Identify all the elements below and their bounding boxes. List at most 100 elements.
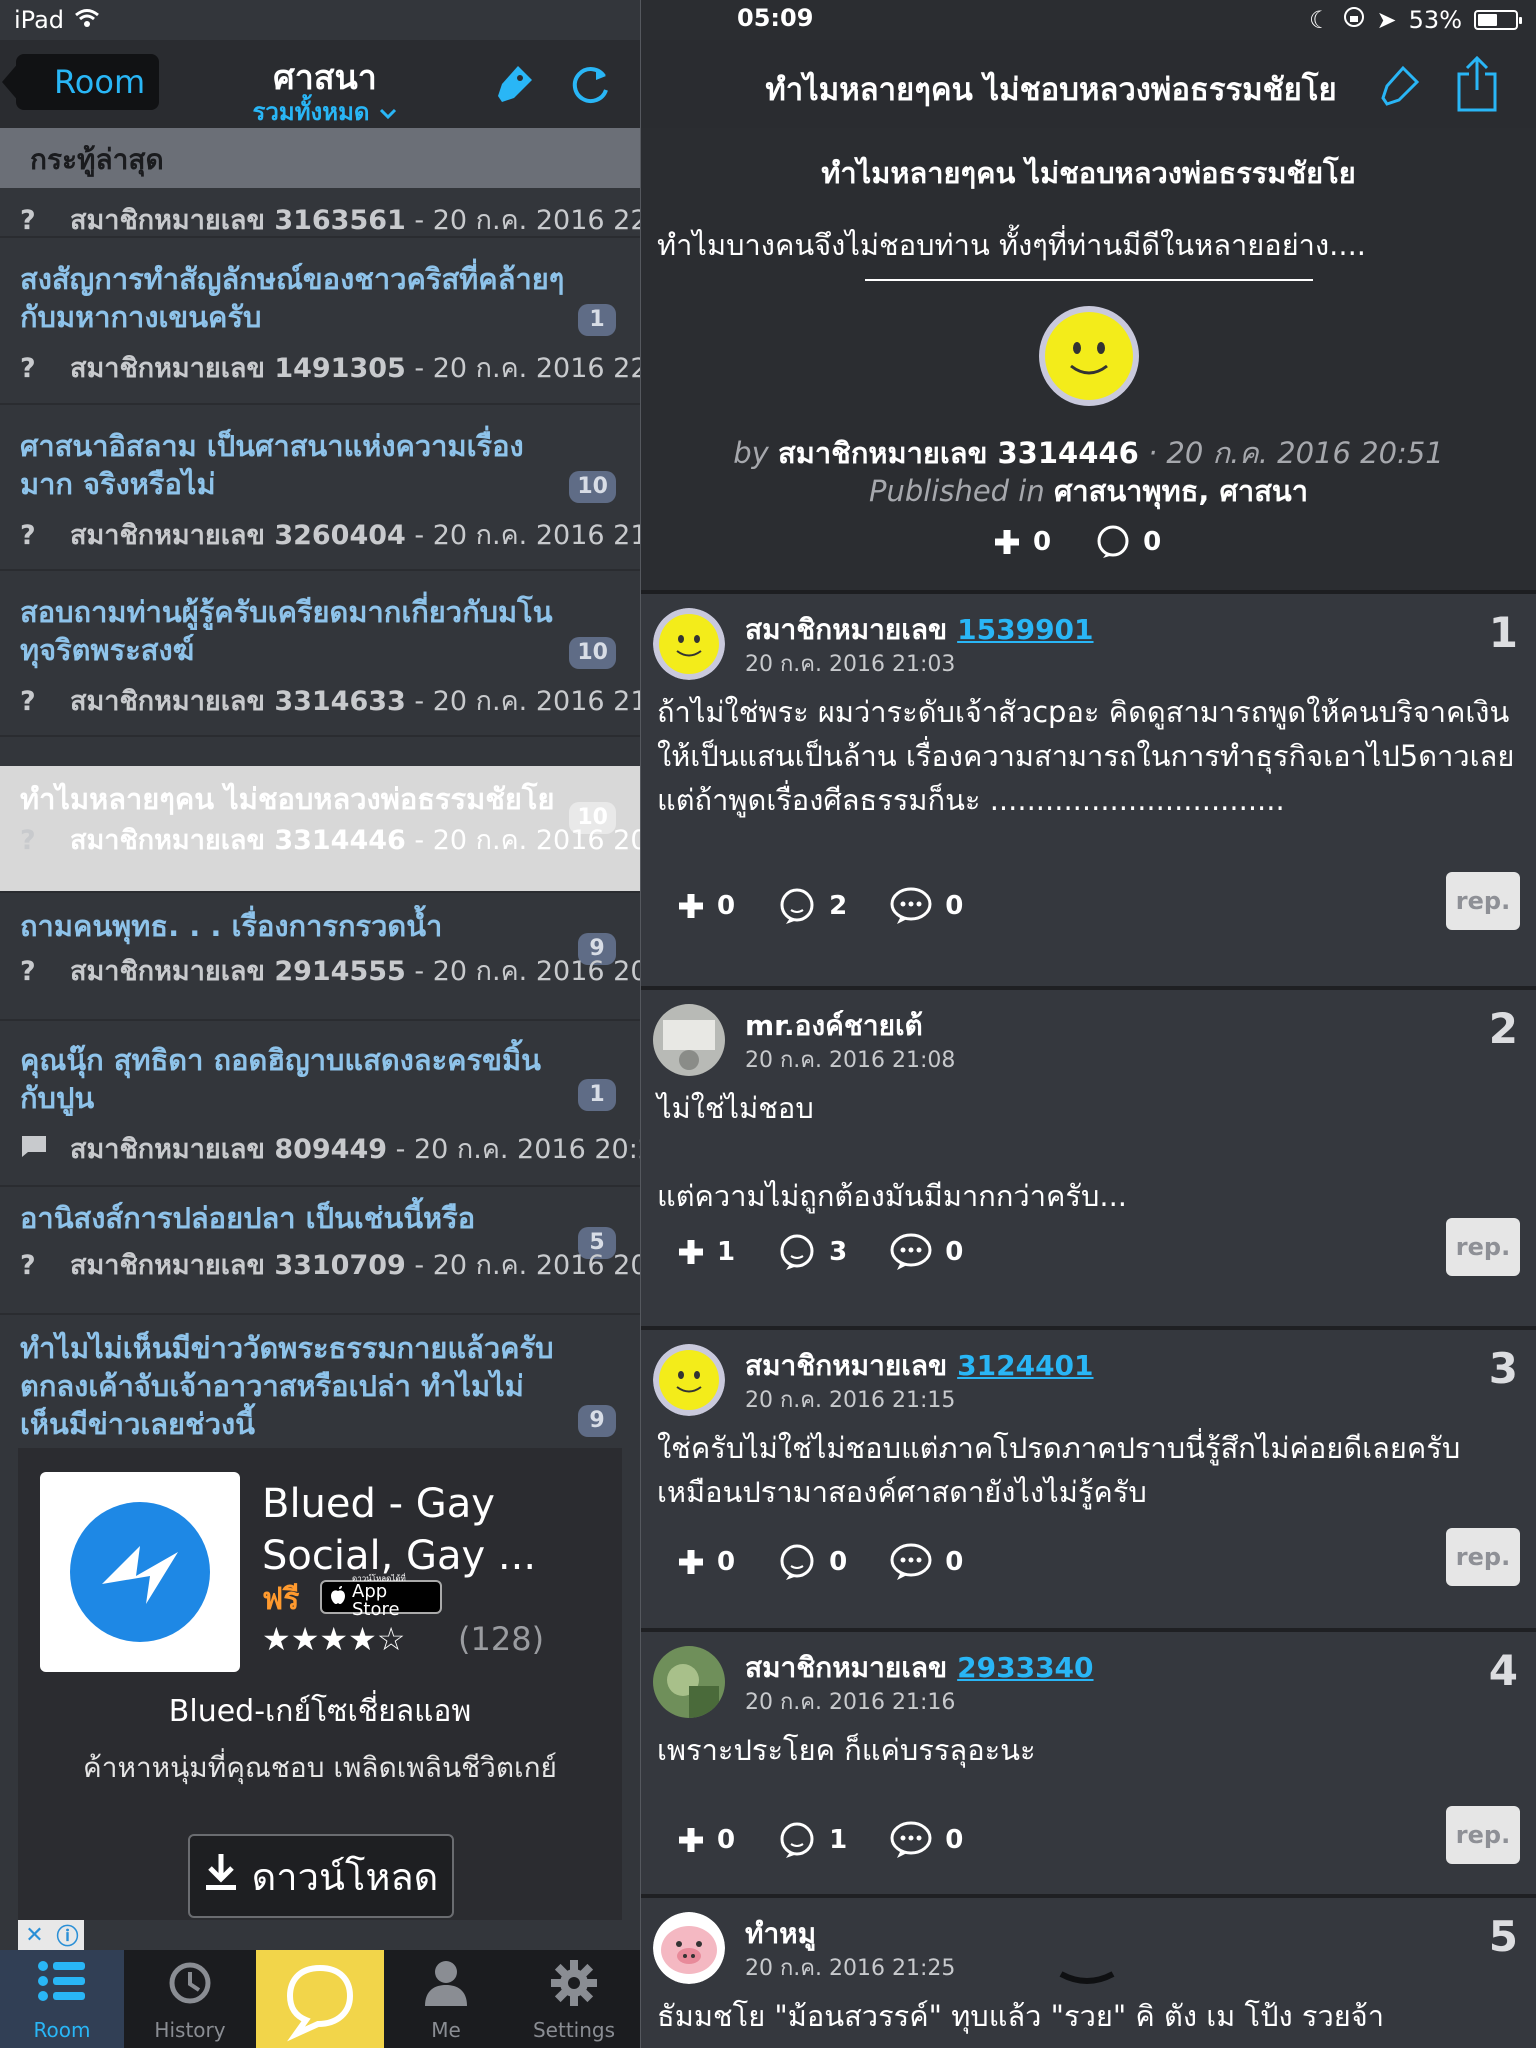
reply-report-button[interactable]: rep. — [1446, 1528, 1520, 1586]
ad-price: ฟรี — [262, 1582, 300, 1617]
chevron-down-icon — [379, 98, 397, 126]
topic-meta: ? สมาชิกหมายเลข 3314446 - 20 ก.ค. 2016 20… — [20, 818, 640, 861]
commenter-avatar[interactable] — [653, 1646, 725, 1718]
post-author[interactable]: สมาชิกหมายเลข 3314446 — [778, 436, 1139, 470]
scroll-chevron-icon[interactable] — [1057, 1970, 1117, 1996]
question-icon: ? — [20, 825, 36, 856]
thread-title: ทำไมหลายๆคน ไม่ชอบหลวงพ่อธรรมชัยโย — [765, 72, 1337, 108]
plus-button[interactable]: 0 — [677, 1547, 735, 1577]
download-button[interactable]: ดาวน์โหลด — [188, 1834, 454, 1918]
reply-button[interactable]: 0 — [777, 1542, 847, 1582]
chat-bubble-icon — [286, 1964, 354, 2042]
commenter-label: สมาชิกหมายเลข — [745, 613, 948, 646]
topic-meta: ? สมาชิกหมายเลข 1491305 - 20 ก.ค. 2016 22… — [20, 346, 640, 389]
plus-button[interactable]: 0 — [677, 1825, 735, 1855]
tab-settings[interactable]: Settings — [512, 1950, 636, 2048]
rating-stars: ★★★★☆ — [262, 1620, 406, 1658]
commenter-label: ทำหมู — [745, 1917, 817, 1950]
tab-room[interactable]: Room — [0, 1950, 124, 2048]
question-icon: ? — [20, 956, 36, 987]
topic-meta: ? สมาชิกหมายเลข 2914555 - 20 ก.ค. 2016 20… — [20, 949, 640, 992]
topic-title: ศาสนาอิสลาม เป็นศาสนาแห่งความเรื่องมาก จ… — [20, 429, 524, 501]
tab-history[interactable]: History — [128, 1950, 252, 2048]
reply-report-button[interactable]: rep. — [1446, 1806, 1520, 1864]
pin-icon[interactable] — [488, 60, 538, 110]
comment-text: ไม่ใช่ไม่ชอบ แต่ความไม่ถูกต้องมันมีมากกว… — [657, 1091, 1128, 1213]
message-button[interactable]: 0 — [889, 1542, 963, 1582]
comment-actions: 1 3 0 — [677, 1232, 963, 1272]
tab-me[interactable]: Me — [384, 1950, 508, 2048]
comment-number: 5 — [1488, 1912, 1518, 1961]
rotation-lock-icon — [1343, 6, 1365, 34]
member-id-link[interactable]: 3124401 — [957, 1349, 1093, 1382]
plus-icon — [679, 894, 703, 918]
share-icon[interactable] — [1453, 54, 1501, 118]
message-button[interactable]: 0 — [889, 1232, 963, 1272]
post-body: ทำไมบางคนจึงไม่ชอบท่าน ทั้งๆที่ท่านมีดีใ… — [657, 228, 1366, 262]
commenter-avatar[interactable] — [653, 608, 725, 680]
plus-button[interactable]: 1 — [677, 1237, 735, 1267]
topic-item-selected[interactable]: ทำไมหลายๆคน ไม่ชอบหลวงพ่อธรรมชัยโย 10 ? ส… — [0, 766, 640, 893]
reply-button[interactable]: 2 — [777, 886, 847, 926]
reply-bubble-icon — [780, 888, 814, 924]
gear-icon — [551, 1960, 597, 2006]
reply-count-badge: 9 — [578, 1405, 616, 1437]
reply-report-button[interactable]: rep. — [1446, 872, 1520, 930]
comment-stat[interactable]: 0 — [1095, 524, 1161, 560]
plus-button[interactable]: 0 — [677, 891, 735, 921]
question-icon: ? — [20, 520, 36, 551]
room-back-button[interactable]: Room — [1, 54, 160, 110]
reply-count: 3 — [829, 1237, 848, 1267]
topic-item[interactable]: ถามคนพุทธ. . . เรื่องการกรวดน้ำ 9 ? สมาชิ… — [0, 893, 640, 1021]
message-button[interactable]: 0 — [889, 1820, 963, 1860]
close-ad-icon[interactable]: ✕ — [18, 1920, 51, 1950]
tab-new-post[interactable] — [256, 1950, 384, 2048]
reply-button[interactable]: 3 — [777, 1232, 847, 1272]
reply-count-badge: 1 — [578, 1079, 616, 1111]
topic-title: อานิสงส์การปล่อยปลา เป็นเช่นนี้หรือ — [20, 1201, 476, 1235]
tab-label: Room — [33, 2018, 91, 2042]
plus-stat[interactable]: 0 — [993, 527, 1051, 557]
post-stats: 0 0 — [993, 524, 1161, 560]
topic-author: สมาชิกหมายเลข 3310709 — [70, 1250, 406, 1281]
topic-item[interactable]: ศาสนาอิสลาม เป็นศาสนาแห่งความเรื่องมาก จ… — [0, 405, 640, 571]
topic-author: สมาชิกหมายเลข 3314446 — [70, 825, 406, 856]
comment-text: ธัมมชโย "ม้อนสวรรค์" ทุบแล้ว "รวย" คิ ตั… — [657, 1999, 1384, 2033]
topic-item[interactable]: อานิสงส์การปล่อยปลา เป็นเช่นนี้หรือ 5 ? ส… — [0, 1187, 640, 1315]
reply-report-button[interactable]: rep. — [1446, 1218, 1520, 1276]
ad-choices[interactable]: ✕ ⓘ — [18, 1920, 84, 1950]
topic-item[interactable]: คุณนุ๊ก สุทธิดา ถอดฮิญาบแสดงละครขมิ้นกับ… — [0, 1021, 640, 1187]
commenter-avatar[interactable] — [653, 1912, 725, 1984]
refresh-icon[interactable] — [566, 60, 616, 110]
ad-app-name: Blued-เกย์โซเชี่ยลแอพ — [168, 1694, 472, 1729]
download-label: ดาวน์โหลด — [251, 1854, 439, 1899]
comment-time: 20 ก.ค. 2016 21:03 — [745, 652, 956, 677]
topic-date: - 20 ก.ค. 2016 20:2 — [395, 1134, 640, 1165]
reply-button[interactable]: 1 — [777, 1820, 847, 1860]
pin-outline-icon[interactable] — [1375, 62, 1423, 114]
app-store-label: App Store — [352, 1581, 400, 1620]
commenter-label: mr.องค์ชายเต้ — [745, 1009, 923, 1042]
topic-list: ? สมาชิกหมายเลข 3163561 - 20 ก.ค. 2016 22… — [0, 188, 640, 1448]
member-id-link[interactable]: 1539901 — [957, 613, 1093, 646]
topic-author: สมาชิกหมายเลข 3260404 — [70, 520, 406, 551]
ad-banner[interactable]: Blued - Gay Social, Gay ... ฟรี ดาวน์โหล… — [18, 1448, 622, 1920]
topic-author: สมาชิกหมายเลข 3163561 — [70, 205, 406, 236]
info-icon[interactable]: ⓘ — [51, 1920, 84, 1950]
question-icon: ? — [20, 205, 36, 236]
comment-time: 20 ก.ค. 2016 21:25 — [745, 1956, 956, 1981]
location-icon: ➤ — [1376, 6, 1397, 34]
topic-item[interactable]: สงสัญการทำสัญลักษณ์ของชาวคริสที่คล้ายๆกั… — [0, 238, 640, 405]
message-button[interactable]: 0 — [889, 886, 963, 926]
commenter-avatar[interactable] — [653, 1344, 725, 1416]
apple-icon — [330, 1585, 346, 1610]
topic-item[interactable]: ? สมาชิกหมายเลข 3163561 - 20 ก.ค. 2016 22… — [0, 188, 640, 238]
member-id-link[interactable]: 2933340 — [957, 1651, 1093, 1684]
room-filter-dropdown[interactable]: รวมทั้งหมด — [220, 92, 430, 131]
post-categories[interactable]: ศาสนาพุทธ, ศาสนา — [1054, 474, 1308, 508]
commenter-avatar[interactable] — [653, 1004, 725, 1076]
topic-item[interactable]: ทำไมไม่เห็นมีข่าววัดพระธรรมกายแล้วครับ ต… — [0, 1315, 640, 1448]
author-avatar[interactable] — [1037, 304, 1141, 408]
plus-count: 0 — [717, 891, 736, 921]
topic-item[interactable]: สอบถามท่านผู้รู้ครับเครียดมากเกี่ยวกับมโ… — [0, 571, 640, 737]
